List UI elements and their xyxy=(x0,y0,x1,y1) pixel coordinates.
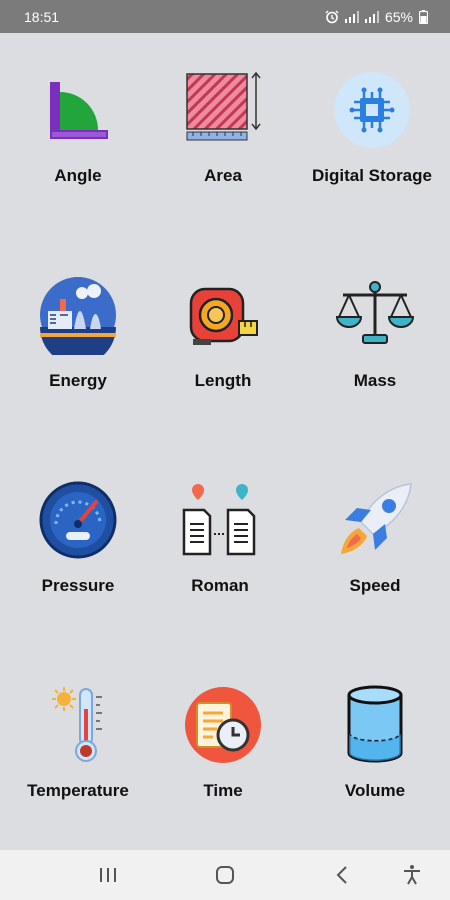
category-roman[interactable]: Roman xyxy=(145,443,295,643)
alarm-icon xyxy=(325,10,339,23)
home-button[interactable] xyxy=(213,863,237,887)
category-length[interactable]: Length xyxy=(148,238,298,438)
pressure-gauge-icon xyxy=(39,481,117,559)
time-icon xyxy=(185,687,261,763)
category-label: Length xyxy=(194,371,252,390)
category-label: Digital Storage xyxy=(312,166,432,185)
navigation-bar xyxy=(0,850,450,900)
angle-icon xyxy=(50,82,108,139)
signal-icon xyxy=(344,10,359,23)
category-angle[interactable]: Angle xyxy=(3,33,153,233)
status-icons: 65% xyxy=(325,9,428,25)
category-volume[interactable]: Volume xyxy=(300,648,450,848)
category-label: Volume xyxy=(344,781,406,800)
accessibility-icon[interactable] xyxy=(400,863,424,887)
category-label: Time xyxy=(203,781,243,800)
category-speed[interactable]: Speed xyxy=(300,443,450,643)
battery-percent: 65% xyxy=(384,8,413,25)
category-label: Roman xyxy=(191,576,249,595)
thermometer-icon xyxy=(52,687,102,762)
status-bar: 18:51 65% xyxy=(0,0,450,33)
category-pressure[interactable]: Pressure xyxy=(3,443,153,643)
recent-apps-button[interactable] xyxy=(96,863,120,887)
category-digital-storage[interactable]: Digital Storage xyxy=(297,33,447,233)
scale-icon xyxy=(335,281,415,344)
cylinder-icon xyxy=(347,685,403,763)
converter-grid: Angle Area Digital Storage Energy Length… xyxy=(0,33,450,850)
category-label: Mass xyxy=(353,371,397,390)
digital-storage-icon xyxy=(334,72,410,148)
status-time: 18:51 xyxy=(24,8,60,25)
category-label: Area xyxy=(204,166,242,185)
category-mass[interactable]: Mass xyxy=(300,238,450,438)
rocket-icon xyxy=(341,483,412,554)
category-energy[interactable]: Energy xyxy=(3,238,153,438)
battery-icon xyxy=(419,9,428,24)
area-icon xyxy=(186,71,261,141)
back-button[interactable] xyxy=(331,863,355,887)
category-label: Speed xyxy=(349,576,401,595)
category-temperature[interactable]: Temperature xyxy=(3,648,153,848)
energy-icon xyxy=(40,277,116,355)
category-time[interactable]: Time xyxy=(148,648,298,848)
roman-documents-icon xyxy=(182,484,256,556)
category-area[interactable]: Area xyxy=(148,33,298,233)
tape-measure-icon xyxy=(189,287,258,345)
signal-icon xyxy=(364,10,379,23)
